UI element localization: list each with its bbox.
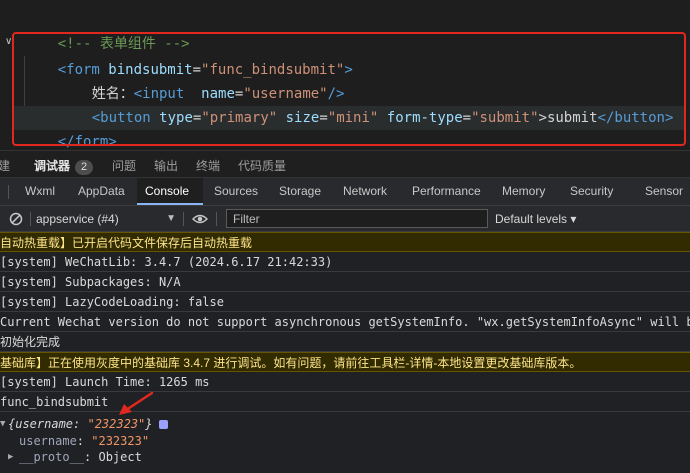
console-message: [system] Subpackages: N/A bbox=[0, 272, 690, 292]
tab-network[interactable]: Network bbox=[335, 178, 395, 205]
console-message-text: [system] Subpackages: N/A bbox=[0, 275, 181, 289]
expand-down-icon[interactable]: ▼ bbox=[0, 415, 5, 433]
tab-separator bbox=[8, 185, 9, 199]
tab-storage[interactable]: Storage bbox=[271, 178, 329, 205]
tab-console[interactable]: Console bbox=[137, 178, 203, 205]
debugger-count-badge: 2 bbox=[75, 160, 94, 175]
console-message: [system] WeChatLib: 3.4.7 (2024.6.17 21:… bbox=[0, 252, 690, 272]
toolbar-separator bbox=[30, 212, 31, 226]
console-message-text: [system] WeChatLib: 3.4.7 (2024.6.17 21:… bbox=[0, 255, 333, 269]
context-select-label: appservice (#4) bbox=[36, 212, 119, 226]
console-message-text: Current Wechat version do not support as… bbox=[0, 315, 690, 329]
dropdown-triangle-icon: ▼ bbox=[166, 213, 176, 224]
toolbar-separator bbox=[183, 212, 184, 226]
expand-right-icon[interactable]: ▶ bbox=[8, 449, 13, 465]
code-comment-line: <!-- 表单组件 --> bbox=[24, 8, 190, 52]
console-message: 基础库】正在使用灰度中的基础库 3.4.7 进行调试。如有问题，请前往工具栏-详… bbox=[0, 352, 690, 372]
bottom-panel-tabs: 建 调试器 2 问题 输出 终端 代码质量 bbox=[0, 150, 690, 178]
tab-appdata[interactable]: AppData bbox=[70, 178, 133, 205]
console-message: [system] LazyCodeLoading: false bbox=[0, 292, 690, 312]
object-proto-row[interactable]: ▶ __proto__: Object bbox=[0, 449, 690, 465]
console-message-text: func_bindsubmit bbox=[0, 395, 109, 409]
property-key: username bbox=[19, 434, 77, 448]
console-message: [system] Launch Time: 1265 ms bbox=[0, 372, 690, 392]
tab-security[interactable]: Security bbox=[562, 178, 621, 205]
tab-terminal[interactable]: 终端 bbox=[196, 157, 220, 174]
tab-output[interactable]: 输出 bbox=[154, 157, 178, 174]
filter-input[interactable] bbox=[226, 209, 488, 228]
console-message: 自动热重载】已开启代码文件保存后自动热重载 bbox=[0, 232, 690, 252]
object-property-row: username: "232323" bbox=[0, 433, 690, 449]
console-message-text: 基础库】正在使用灰度中的基础库 3.4.7 进行调试。如有问题，请前往工具栏-详… bbox=[0, 356, 582, 370]
console-toolbar: appservice (#4) ▼ Default levels ▾ bbox=[0, 206, 690, 232]
proto-value: : Object bbox=[84, 450, 142, 464]
info-icon[interactable] bbox=[158, 420, 168, 429]
tab-code-quality[interactable]: 代码质量 bbox=[238, 157, 286, 174]
tab-problems[interactable]: 问题 bbox=[112, 157, 136, 174]
tab-debugger-label: 调试器 bbox=[34, 159, 71, 173]
clear-console-icon[interactable] bbox=[9, 212, 23, 226]
proto-key: __proto__ bbox=[19, 450, 85, 464]
console-output: 自动热重载】已开启代码文件保存后自动热重载 [system] WeChatLib… bbox=[0, 232, 690, 473]
console-message: Current Wechat version do not support as… bbox=[0, 312, 690, 332]
tab-wxml[interactable]: Wxml bbox=[17, 178, 63, 205]
object-summary-suffix: } bbox=[145, 417, 153, 431]
object-summary-prefix: {username: bbox=[8, 417, 88, 431]
annotation-highlight-box bbox=[12, 32, 686, 146]
object-summary-value: "232323" bbox=[87, 417, 146, 431]
context-select[interactable]: appservice (#4) ▼ bbox=[36, 210, 176, 228]
console-message-text: [system] Launch Time: 1265 ms bbox=[0, 375, 210, 389]
eye-icon[interactable] bbox=[192, 213, 208, 225]
log-levels-dropdown[interactable]: Default levels ▾ bbox=[495, 210, 576, 228]
annotation-arrow-icon bbox=[119, 391, 154, 415]
tab-performance[interactable]: Performance bbox=[404, 178, 489, 205]
code-editor[interactable]: <!-- 表单组件 --> ∨ <form bindsubmit="func_b… bbox=[0, 0, 690, 148]
tab-sensor[interactable]: Sensor bbox=[637, 178, 690, 205]
property-value: "232323" bbox=[91, 434, 150, 448]
tab-debugger[interactable]: 调试器 2 bbox=[34, 157, 94, 175]
tab-build[interactable]: 建 bbox=[0, 157, 10, 174]
console-message-text: 自动热重载】已开启代码文件保存后自动热重载 bbox=[0, 236, 253, 250]
object-summary-row[interactable]: ▼ {username: "232323"} bbox=[0, 415, 690, 433]
toolbar-separator bbox=[216, 212, 217, 226]
devtools-tabbar: Wxml AppData Console Sources Storage Net… bbox=[0, 178, 690, 206]
console-message-text: [system] LazyCodeLoading: false bbox=[0, 295, 224, 309]
tab-sources[interactable]: Sources bbox=[206, 178, 266, 205]
console-message-text: 初始化完成 bbox=[0, 335, 61, 349]
console-message: func_bindsubmit bbox=[0, 392, 690, 412]
tab-memory[interactable]: Memory bbox=[494, 178, 553, 205]
console-message: 初始化完成 bbox=[0, 332, 690, 352]
property-colon: : bbox=[76, 434, 92, 448]
